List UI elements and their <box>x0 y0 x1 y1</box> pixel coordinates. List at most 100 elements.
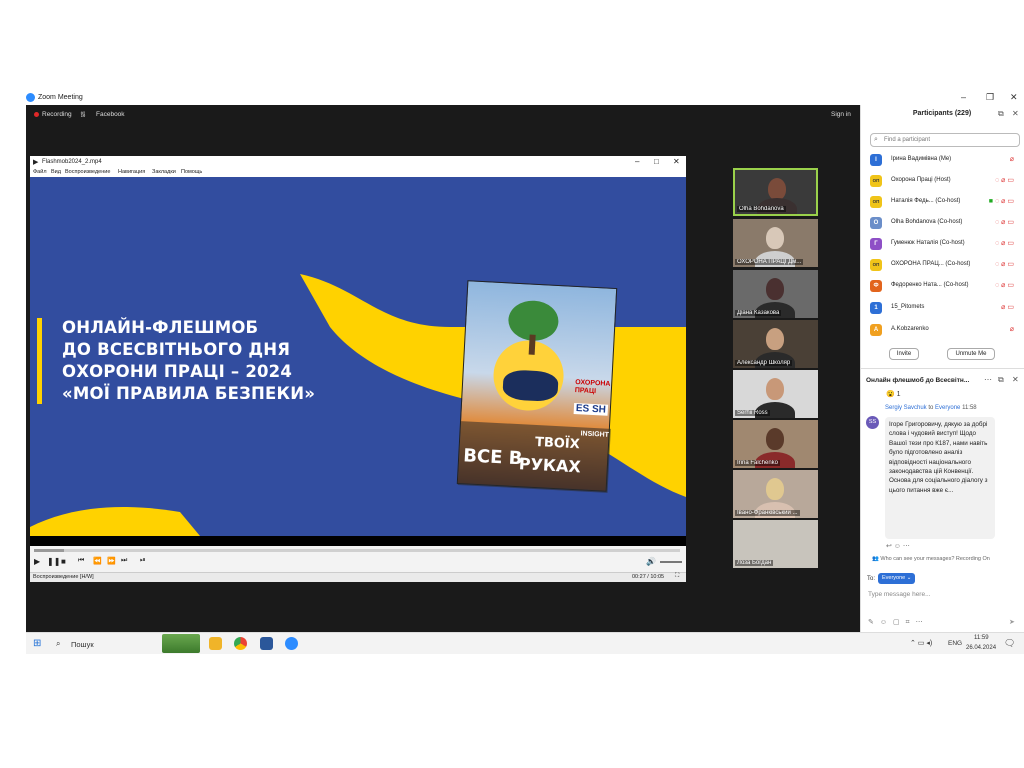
mic-video-icons[interactable]: ◌⌀▭ <box>995 218 1016 226</box>
participant-row[interactable]: Ф Федоренко Ната... (Co-host) ◌⌀▭ <box>870 278 1020 294</box>
word-icon[interactable] <box>260 637 273 650</box>
play-button[interactable]: ▶ <box>34 557 40 566</box>
mic-video-muted-icons[interactable]: ◌⌀▭ <box>995 239 1016 247</box>
unmute-me-button[interactable]: Unmute Me <box>947 348 995 360</box>
volume-icon[interactable]: 🔊 <box>646 557 656 566</box>
clock-time[interactable]: 11:59 <box>974 635 989 641</box>
mic-muted-icon[interactable]: ⌀ <box>1010 155 1016 163</box>
menu-navigation[interactable]: Навигация <box>118 169 145 175</box>
notification-icon[interactable]: 🗨 <box>1004 638 1015 649</box>
live-stream-icon: ᯾ <box>80 111 86 118</box>
mic-video-muted-icons[interactable]: ◌⌀▭ <box>995 281 1016 289</box>
recording-label[interactable]: Recording <box>42 111 72 118</box>
rewind-button[interactable]: ⏪ <box>93 557 102 565</box>
forward-button[interactable]: ⏩ <box>107 557 116 565</box>
player-minimize-button[interactable]: – <box>635 157 639 166</box>
menu-bookmarks[interactable]: Закладки <box>152 169 176 175</box>
chrome-icon[interactable] <box>234 637 247 650</box>
menu-playback[interactable]: Воспроизведение <box>65 169 110 175</box>
participant-head <box>766 278 784 300</box>
emoji-icon[interactable]: ☺ <box>880 619 893 626</box>
participant-row[interactable]: ОП ОХОРОНА ПРАЦ... (Co-host) ◌⌀▭ <box>870 257 1020 273</box>
participant-row[interactable]: O Olha Bohdanova (Co-host) ◌⌀▭ <box>870 215 1020 231</box>
seek-bar[interactable] <box>34 549 680 552</box>
screenshot-icon[interactable]: ⌗ <box>906 619 916 626</box>
file-explorer-icon[interactable] <box>209 637 222 650</box>
windows-start-icon[interactable]: ⊞ <box>33 638 41 649</box>
participant-head <box>766 227 784 249</box>
avatar: 1 <box>870 302 882 314</box>
chat-popout-icon[interactable]: ⧉ <box>998 375 1004 385</box>
chat-privacy-note[interactable]: 👥 Who can see your messages? Recording O… <box>872 556 990 562</box>
mic-video-muted-icons[interactable]: ◌⌀▭ <box>995 260 1016 268</box>
taskbar-search-icon[interactable]: ⌕ <box>56 639 60 649</box>
chat-meta: Sergiy Savchuk to Everyone 11:58 <box>885 405 977 411</box>
language-indicator[interactable]: ENG <box>948 640 962 647</box>
video-tile[interactable]: Івано-Франківський ... <box>733 470 818 518</box>
book-title-3: РУКАХ <box>518 454 582 477</box>
tile-name: Александр Школяр <box>735 360 793 366</box>
video-tile[interactable]: Лоза Богдан <box>733 520 818 568</box>
clock-date[interactable]: 26.04.2024 <box>966 645 996 651</box>
popout-icon[interactable]: ⧉ <box>998 109 1004 119</box>
book-esosh-logo: ES SH <box>573 402 609 416</box>
participant-row[interactable]: ОП Охорона Праці (Host) ◌⌀▭ <box>870 173 1020 189</box>
reaction-badge[interactable]: 😮 1 <box>886 390 901 398</box>
file-icon[interactable]: ▢ <box>893 619 906 626</box>
more-icon[interactable]: ⋯ <box>916 619 929 626</box>
chat-sender: Sergiy Savchuk <box>885 405 927 411</box>
participant-row[interactable]: ОП Наталія Федь... (Co-host) ■◌⌀▭ <box>870 194 1020 210</box>
close-button[interactable]: ✕ <box>1010 92 1018 103</box>
chat-toolbar: ✎☺▢⌗⋯ <box>868 618 929 627</box>
participant-name: Наталія Федь... (Co-host) <box>891 198 961 204</box>
taskbar-search[interactable]: Пошук <box>71 640 94 649</box>
participant-row[interactable]: 1 15_Pitomets ⌀▭ <box>870 300 1020 316</box>
video-tile[interactable]: Olha Bohdanova <box>733 168 818 216</box>
fullscreen-icon[interactable]: ⛶ <box>675 573 679 580</box>
sign-in-link[interactable]: Sign in <box>831 111 851 118</box>
player-statusbar: Воспроизведение [H/W] 00:27 / 10:05 ⛶ <box>30 572 686 582</box>
menu-file[interactable]: Файл <box>33 169 47 175</box>
frame-step-button[interactable]: ⏯ <box>140 557 146 565</box>
panel-close-icon[interactable]: ✕ <box>1012 109 1019 118</box>
chat-close-icon[interactable]: ✕ <box>1012 375 1019 384</box>
participant-search-input[interactable]: ⌕ Find a participant <box>870 133 1020 147</box>
menu-help[interactable]: Помощь <box>181 169 202 175</box>
chat-input[interactable]: Type message here... <box>868 591 931 598</box>
maximize-button[interactable]: ❐ <box>986 92 994 103</box>
participant-head <box>766 378 784 400</box>
video-tile[interactable]: Александр Школяр <box>733 320 818 368</box>
mic-video-muted-icons[interactable]: ◌⌀▭ <box>995 176 1016 184</box>
facebook-stream-label[interactable]: Facebook <box>96 111 125 118</box>
taskbar-widget-image[interactable] <box>162 634 200 653</box>
video-tile[interactable]: Діана Казакова <box>733 270 818 318</box>
reply-icon[interactable]: ↩ ☺ ⋯ <box>886 542 910 550</box>
previous-button[interactable]: ⏮ <box>78 557 84 565</box>
video-tile[interactable]: Serhii Ross <box>733 370 818 418</box>
stop-button[interactable]: ■ <box>61 557 66 566</box>
participant-row[interactable]: A A.Kobzarenko ⌀ <box>870 322 1020 338</box>
mic-muted-icon[interactable]: ⌀ <box>1010 325 1016 333</box>
player-close-button[interactable]: ✕ <box>673 157 680 166</box>
pause-button[interactable]: ❚❚ <box>47 557 60 566</box>
video-tile[interactable]: Irina Falchenko <box>733 420 818 468</box>
invite-button[interactable]: Invite <box>889 348 919 360</box>
recipient-dropdown[interactable]: Everyone ⌄ <box>878 573 916 584</box>
format-icon[interactable]: ✎ <box>868 619 880 626</box>
mic-video-muted-icons[interactable]: ■◌⌀▭ <box>989 197 1016 205</box>
participant-row[interactable]: І Ірина Вадимівна (Me) ⌀ <box>870 152 1020 168</box>
zoom-taskbar-icon[interactable] <box>285 637 298 650</box>
tile-name: Івано-Франківський ... <box>735 510 800 516</box>
next-button[interactable]: ⏭ <box>121 557 127 565</box>
chat-more-icon[interactable]: ⋯ <box>984 375 992 384</box>
participant-row[interactable]: Г Гуменюк Наталія (Co-host) ◌⌀▭ <box>870 236 1020 252</box>
player-maximize-button[interactable]: □ <box>654 157 659 166</box>
send-icon[interactable]: ➤ <box>1009 618 1015 626</box>
mic-video-muted-icons[interactable]: ⌀▭ <box>1001 303 1016 311</box>
chat-to-label: to <box>928 405 934 411</box>
tray-icons[interactable]: ⌃ ▭ ◂) <box>910 639 932 647</box>
minimize-button[interactable]: – <box>961 92 966 102</box>
menu-view[interactable]: Вид <box>51 169 61 175</box>
video-tile[interactable]: ОХОРОНА ПРАЦІ Дм... <box>733 219 818 267</box>
volume-slider[interactable] <box>660 561 682 563</box>
